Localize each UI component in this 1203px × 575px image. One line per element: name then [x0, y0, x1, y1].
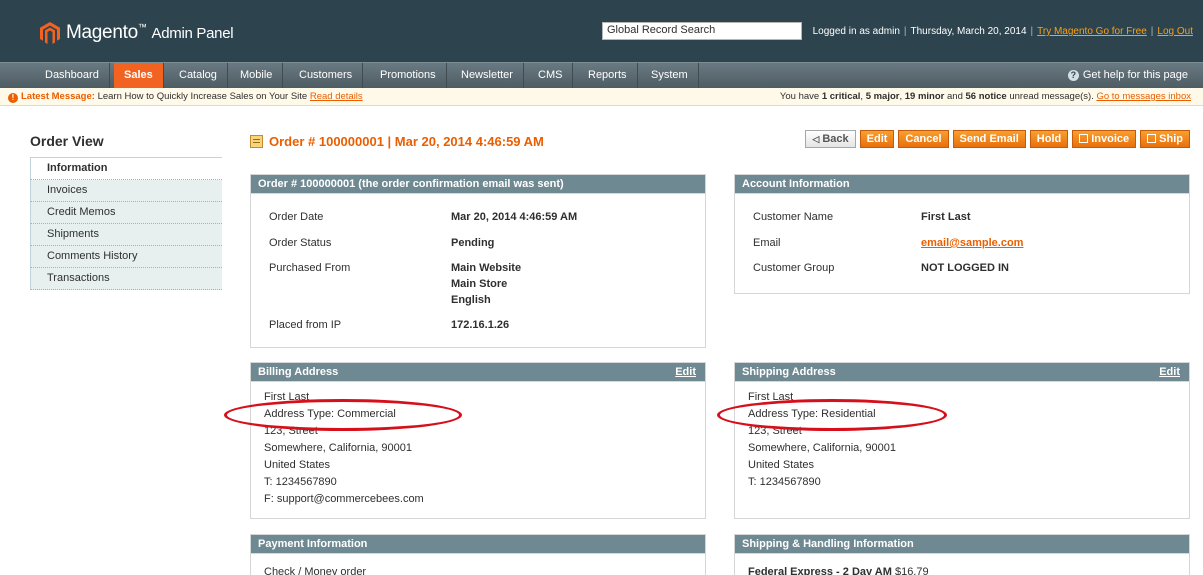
unread-messages-summary: You have 1 critical, 5 major, 19 minor a…: [779, 91, 1191, 102]
order-status-value: Pending: [451, 237, 495, 249]
logo-text: Magento™ Admin Panel: [66, 22, 234, 43]
help-icon: ?: [1067, 70, 1079, 81]
invoice-button[interactable]: Invoice: [1072, 130, 1137, 148]
sidebar-item-transactions[interactable]: Transactions: [30, 268, 222, 290]
page-title: Order # 100000001 | Mar 20, 2014 4:46:59…: [250, 134, 544, 149]
back-button[interactable]: ◁ Back: [805, 130, 856, 148]
nav-cms[interactable]: CMS: [528, 63, 574, 88]
purchased-from-store: Main Store: [451, 278, 508, 290]
payment-method: Check / Money order: [264, 566, 367, 575]
placed-from-ip-label: Placed from IP: [269, 319, 342, 331]
purchased-from-label: Purchased From: [269, 262, 351, 274]
nav-system[interactable]: System: [641, 63, 699, 88]
customer-email-link[interactable]: email@sample.com: [921, 237, 1023, 249]
nav-dashboard[interactable]: Dashboard: [35, 63, 110, 88]
edit-button[interactable]: Edit: [859, 130, 895, 148]
shipping-edit-link[interactable]: Edit: [1159, 363, 1180, 381]
sidebar-item-information[interactable]: Information: [30, 158, 222, 180]
latest-message: ! Latest Message: Learn How to Quickly In…: [8, 88, 363, 106]
send-email-button[interactable]: Send Email: [952, 130, 1026, 148]
shipping-phone: T: 1234567890: [748, 476, 821, 488]
order-icon: [250, 135, 263, 148]
customer-name-value: First Last: [921, 211, 971, 223]
hold-button[interactable]: Hold: [1029, 130, 1069, 148]
cancel-button[interactable]: Cancel: [898, 130, 949, 148]
shipping-address-header: Shipping Address Edit: [735, 363, 1189, 381]
billing-edit-link[interactable]: Edit: [675, 363, 696, 381]
billing-fax: F: support@commercebees.com: [264, 493, 424, 505]
message-bar: ! Latest Message: Learn How to Quickly In…: [0, 88, 1203, 106]
nav-mobile[interactable]: Mobile: [230, 63, 284, 88]
sidebar-item-invoices[interactable]: Invoices: [30, 180, 222, 202]
shipping-method: Federal Express - 2 Day AM $16.79: [748, 566, 929, 575]
nav-customers[interactable]: Customers: [289, 63, 364, 88]
ship-icon: [1147, 134, 1157, 143]
email-label: Email: [753, 237, 781, 249]
try-magento-go-link[interactable]: Try Magento Go for Free: [1037, 26, 1147, 37]
magento-logo[interactable]: Magento™ Admin Panel: [40, 22, 234, 44]
messages-inbox-link[interactable]: Go to messages inbox: [1096, 91, 1191, 102]
sidebar-item-shipments[interactable]: Shipments: [30, 224, 222, 246]
placed-from-ip-value: 172.16.1.26: [451, 319, 510, 331]
purchased-from-language: English: [451, 294, 491, 306]
customer-group-value: NOT LOGGED IN: [921, 262, 1009, 274]
annotation-ellipse-billing: [224, 399, 462, 431]
logged-in-text: Logged in as admin: [812, 26, 900, 37]
alert-icon: !: [8, 93, 18, 103]
main-nav: Dashboard Sales Catalog Mobile Customers…: [0, 62, 1203, 88]
payment-info-box: Payment Information Check / Money order: [250, 534, 706, 575]
billing-country: United States: [264, 459, 331, 471]
order-view-sidebar: Order View Information Invoices Credit M…: [30, 128, 222, 290]
header: Magento™ Admin Panel Global Record Searc…: [0, 0, 1203, 62]
global-search-input[interactable]: Global Record Search: [602, 22, 802, 40]
annotation-ellipse-shipping: [717, 399, 947, 431]
order-actions: ◁ Back Edit Cancel Send Email Hold Invoic…: [805, 130, 1190, 148]
invoice-icon: [1079, 134, 1089, 143]
order-date-label: Order Date: [269, 211, 324, 223]
nav-promotions[interactable]: Promotions: [370, 63, 447, 88]
billing-address-header: Billing Address Edit: [251, 363, 705, 381]
sidebar-item-credit-memos[interactable]: Credit Memos: [30, 202, 222, 224]
nav-sales[interactable]: Sales: [114, 63, 164, 88]
magento-logo-icon: [40, 22, 60, 44]
header-date: Thursday, March 20, 2014: [910, 26, 1027, 37]
account-info-header: Account Information: [735, 175, 1189, 193]
sidebar-item-comments-history[interactable]: Comments History: [30, 246, 222, 268]
order-date-value: Mar 20, 2014 4:46:59 AM: [451, 211, 578, 223]
ship-button[interactable]: Ship: [1140, 130, 1190, 148]
nav-catalog[interactable]: Catalog: [169, 63, 228, 88]
shipping-handling-header: Shipping & Handling Information: [735, 535, 1189, 553]
logout-link[interactable]: Log Out: [1157, 26, 1193, 37]
order-status-label: Order Status: [269, 237, 332, 249]
help-link[interactable]: ? Get help for this page: [1067, 63, 1188, 87]
billing-city: Somewhere, California, 90001: [264, 442, 412, 454]
account-info-box: Account Information Customer Name First …: [734, 174, 1190, 294]
customer-group-label: Customer Group: [753, 262, 835, 274]
billing-address-box: Billing Address Edit First Last Address T…: [250, 362, 706, 519]
customer-name-label: Customer Name: [753, 211, 834, 223]
billing-phone: T: 1234567890: [264, 476, 337, 488]
shipping-handling-box: Shipping & Handling Information Federal …: [734, 534, 1190, 575]
order-info-box: Order # 100000001 (the order confirmatio…: [250, 174, 706, 348]
nav-reports[interactable]: Reports: [578, 63, 638, 88]
payment-info-header: Payment Information: [251, 535, 705, 553]
shipping-country: United States: [748, 459, 815, 471]
read-details-link[interactable]: Read details: [310, 91, 363, 102]
shipping-city: Somewhere, California, 90001: [748, 442, 896, 454]
header-user-info: Logged in as admin | Thursday, March 20, 2…: [812, 26, 1193, 37]
sidebar-title: Order View: [30, 128, 222, 158]
nav-newsletter[interactable]: Newsletter: [451, 63, 524, 88]
purchased-from-website: Main Website: [451, 262, 522, 274]
shipping-address-box: Shipping Address Edit First Last Address …: [734, 362, 1190, 519]
order-info-header: Order # 100000001 (the order confirmatio…: [251, 175, 705, 193]
